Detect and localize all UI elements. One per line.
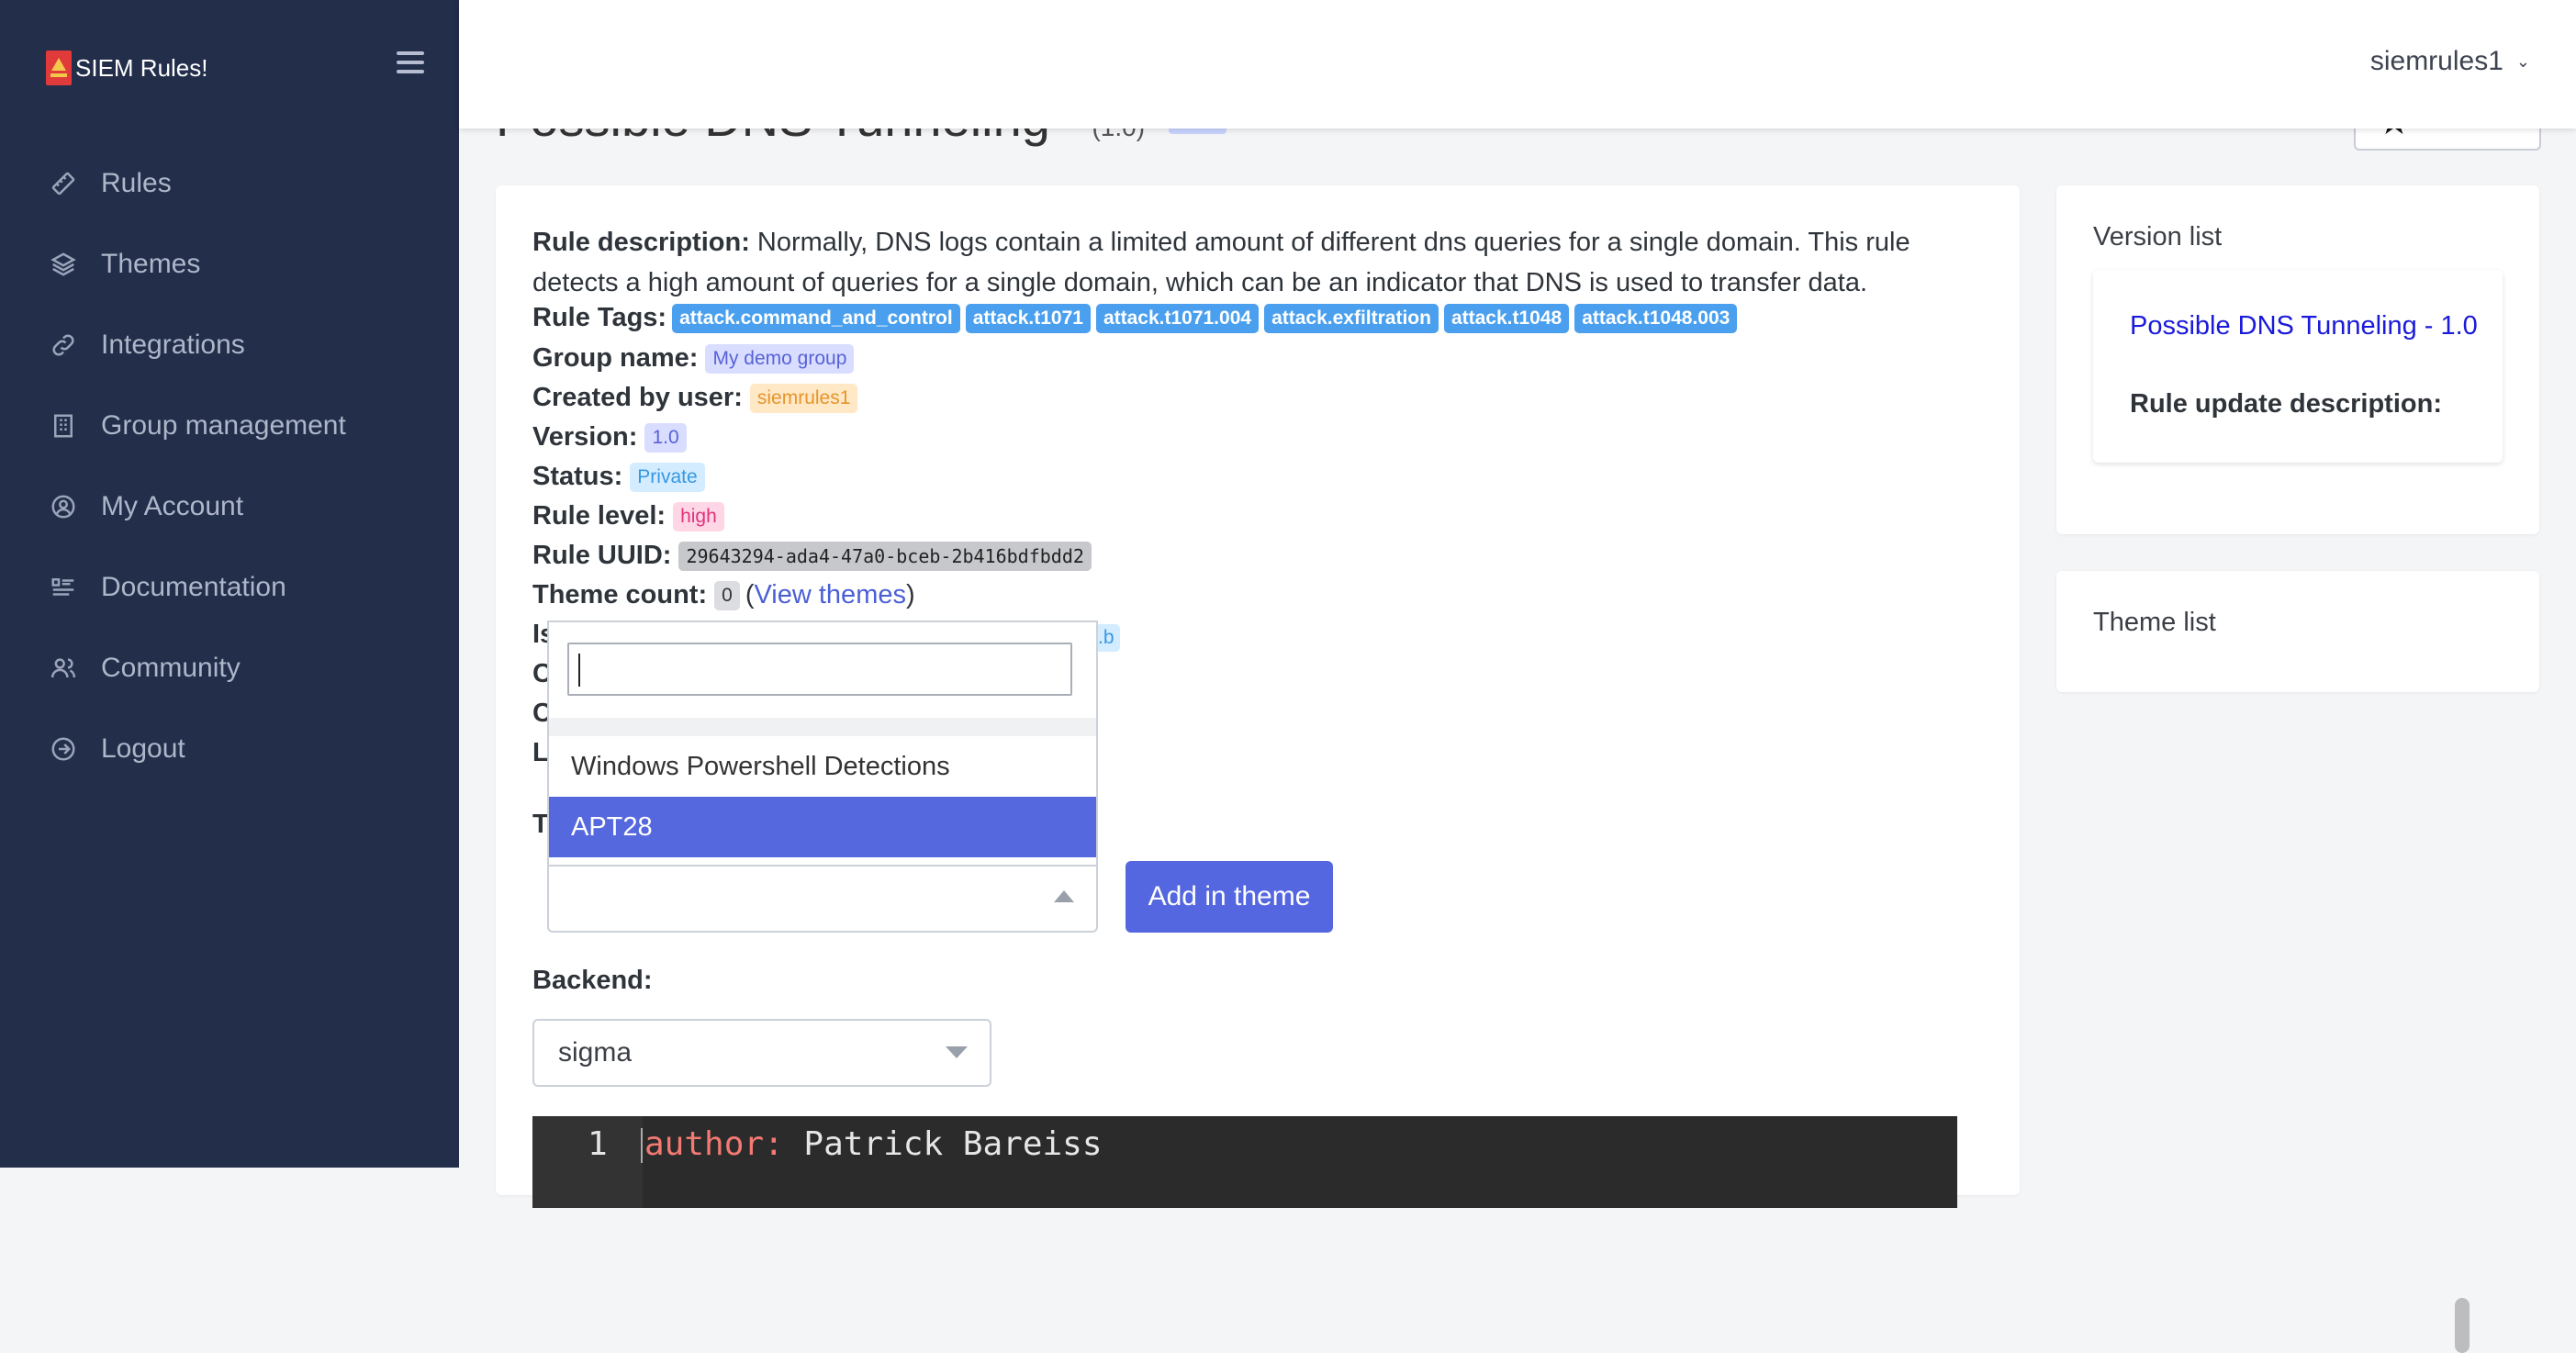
line-number: 1 — [588, 1125, 608, 1163]
level-row: Rule level: high — [532, 501, 724, 531]
users-icon — [50, 654, 77, 682]
sidebar-item-my-account[interactable]: My Account — [50, 479, 243, 534]
created-by-row: Created by user: siemrules1 — [532, 383, 858, 413]
level-label: Rule level: — [532, 501, 666, 531]
group-row: Group name: My demo group — [532, 343, 855, 374]
user-name: siemrules1 — [2369, 46, 2503, 76]
sidebar-item-label: Documentation — [101, 572, 286, 602]
tags-label: Rule Tags: — [532, 303, 667, 332]
view-themes-link[interactable]: View themes — [754, 580, 906, 610]
sidebar-item-themes[interactable]: Themes — [50, 237, 200, 292]
dropdown-separator — [549, 718, 1096, 736]
code-line: author: Patrick Bareiss — [641, 1125, 1103, 1163]
version-list-title: Version list — [2093, 222, 2223, 252]
editor-cursor — [641, 1128, 643, 1163]
theme-dropdown: Windows Powershell Detections APT28 — [547, 621, 1098, 867]
version-entry: Possible DNS Tunneling - 1.0 Rule update… — [2093, 270, 2503, 463]
code-key: author — [644, 1125, 765, 1163]
theme-count-row: Theme count: 0 (View themes) — [532, 580, 915, 610]
version-list-card: Version list Possible DNS Tunneling - 1.… — [2056, 185, 2539, 534]
sidebar-item-label: Logout — [101, 733, 185, 764]
version-row: Version: 1.0 — [532, 422, 687, 453]
sidebar-item-group-management[interactable]: Group management — [50, 398, 346, 453]
caret-up-icon — [1054, 890, 1074, 902]
link-icon — [50, 331, 77, 359]
theme-search-input[interactable] — [567, 643, 1072, 696]
backend-select[interactable]: sigma — [532, 1019, 991, 1087]
tag-badge: attack.t1048.003 — [1574, 303, 1738, 333]
code-value: Patrick Bareiss — [783, 1125, 1103, 1163]
editor-scrollbar[interactable] — [2455, 1298, 2470, 1353]
theme-list-title: Theme list — [2093, 608, 2216, 637]
sidebar-item-documentation[interactable]: Documentation — [50, 560, 286, 615]
status-badge: Private — [630, 462, 705, 492]
sidebar-item-label: Integrations — [101, 330, 245, 360]
sidebar-item-label: Group management — [101, 410, 346, 441]
brand[interactable]: SIEM Rules! — [46, 50, 208, 86]
uuid-label: Rule UUID: — [532, 541, 672, 570]
code-colon: : — [764, 1125, 784, 1163]
version-badge: 1.0 — [644, 422, 687, 453]
tag-badge: attack.exfiltration — [1264, 303, 1439, 333]
rule-tags-row: Rule Tags: attack.command_and_control at… — [532, 303, 1738, 333]
theme-select[interactable] — [547, 861, 1098, 933]
tag-badge: attack.t1071 — [965, 303, 1091, 333]
version-link[interactable]: Possible DNS Tunneling - 1.0 — [2130, 307, 2479, 345]
sidebar-item-integrations[interactable]: Integrations — [50, 318, 245, 373]
theme-option-selected[interactable]: APT28 — [549, 797, 1096, 857]
created-label: Created by user: — [532, 383, 743, 412]
rule-description: Rule description: Normally, DNS logs con… — [532, 222, 1983, 303]
status-label: Status: — [532, 462, 623, 491]
user-badge: siemrules1 — [749, 383, 858, 413]
logo-icon — [46, 50, 72, 85]
sidebar-item-label: Themes — [101, 249, 201, 279]
sidebar-item-rules[interactable]: Rules — [50, 156, 172, 211]
theme-option[interactable]: Windows Powershell Detections — [549, 736, 1096, 797]
uuid-badge: 29643294-ada4-47a0-bceb-2b416bdfbdd2 — [678, 541, 1092, 571]
tag-badge: attack.command_and_control — [672, 303, 960, 333]
chevron-down-icon: ⌄ — [2515, 51, 2530, 71]
brand-name: SIEM Rules! — [75, 53, 208, 82]
group-label: Group name: — [532, 343, 699, 373]
backend-value: sigma — [558, 1037, 633, 1068]
user-menu[interactable]: siemrules1 ⌄ — [2370, 46, 2530, 77]
theme-list-card: Theme list — [2056, 571, 2539, 692]
theme-count-badge: 0 — [714, 580, 740, 610]
group-badge: My demo group — [705, 343, 855, 374]
sidebar-item-label: Rules — [101, 168, 172, 198]
theme-count-label: Theme count: — [532, 580, 708, 609]
ruler-icon — [50, 170, 77, 197]
status-row: Status: Private — [532, 462, 705, 492]
logout-icon — [50, 735, 77, 763]
sidebar-item-label: Community — [101, 653, 241, 683]
open-paren: ( — [745, 580, 755, 609]
building-icon — [50, 412, 77, 440]
caret-down-icon — [946, 1046, 968, 1058]
version-label: Version: — [532, 422, 638, 452]
menu-toggle-icon[interactable] — [397, 51, 424, 77]
text-cursor — [578, 654, 580, 687]
sidebar-item-community[interactable]: Community — [50, 641, 241, 696]
topbar: siemrules1 ⌄ — [459, 0, 2576, 129]
tag-badge: attack.t1071.004 — [1095, 303, 1260, 333]
level-badge: high — [673, 501, 724, 531]
backend-label: Backend: — [532, 966, 653, 995]
sidebar: SIEM Rules! Rules Themes Integrations Gr… — [0, 0, 459, 1168]
sidebar-item-logout[interactable]: Logout — [50, 721, 185, 777]
user-circle-icon — [50, 493, 77, 520]
document-list-icon — [50, 574, 77, 601]
tag-badge: attack.t1048 — [1443, 303, 1570, 333]
sidebar-item-label: My Account — [101, 491, 244, 521]
update-description-label: Rule update description: — [2130, 389, 2442, 419]
description-label: Rule description: — [532, 228, 750, 257]
close-paren: ) — [905, 580, 915, 609]
uuid-row: Rule UUID: 29643294-ada4-47a0-bceb-2b416… — [532, 541, 1092, 571]
code-editor[interactable]: 1 author: Patrick Bareiss — [532, 1116, 1957, 1208]
layers-icon — [50, 251, 77, 278]
rule-detail-card: Rule description: Normally, DNS logs con… — [496, 185, 2470, 1353]
add-in-theme-button[interactable]: Add in theme — [1126, 861, 1333, 933]
